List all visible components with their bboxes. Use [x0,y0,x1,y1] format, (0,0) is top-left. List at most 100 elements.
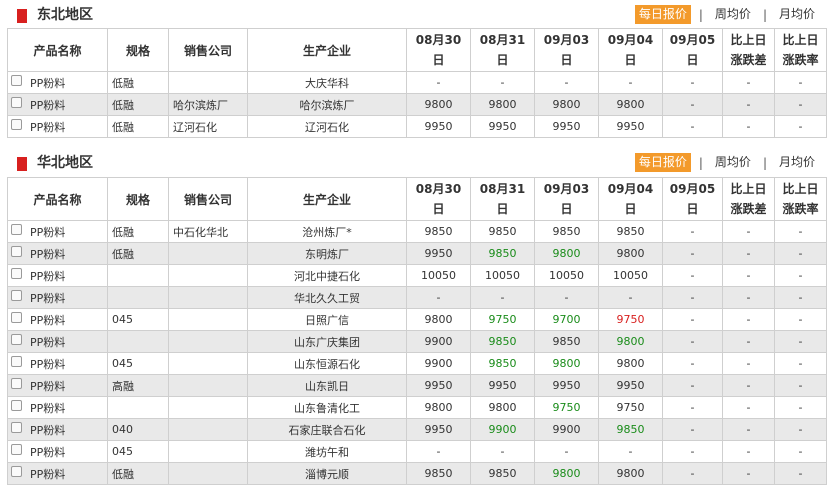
col-date: 08月30日 [406,28,471,72]
change-cell: - [774,374,827,397]
row-checkbox[interactable] [11,119,22,130]
row-checkbox[interactable] [11,268,22,279]
change-cell: - [774,71,827,94]
product-cell: PP粉料 [7,93,108,116]
change-cell: - [774,396,827,419]
col-product-name: 产品名称 [7,177,108,221]
price-cell: - [662,396,723,419]
spec-cell: 低融 [107,242,169,265]
price-cell: - [534,71,599,94]
col-spec: 规格 [107,177,169,221]
product-name: PP粉料 [30,379,66,393]
producer-cell: 大庆华科 [247,71,407,94]
product-name: PP粉料 [30,335,66,349]
table-row: PP粉料 山东鲁清化工 9800 9800 9750 9750- - - [7,396,827,419]
product-cell: PP粉料 [7,308,108,331]
price-cell: 9850 [470,462,535,485]
product-cell: PP粉料 [7,242,108,265]
seller-cell [168,308,248,331]
tab-separator: | [698,155,703,170]
section-header: 华北地区 每日报价 | 周均价 | 月均价 [0,150,827,176]
price-tabs: 每日报价 | 周均价 | 月均价 [634,153,819,172]
row-checkbox[interactable] [11,97,22,108]
price-cell: 9950 [534,115,599,138]
row-checkbox[interactable] [11,290,22,301]
tab-daily-price[interactable]: 每日报价 [634,5,691,24]
price-cell: - [534,440,599,463]
seller-cell [168,286,248,309]
row-checkbox[interactable] [11,334,22,345]
col-change-diff: 比上日涨跌差 [722,177,775,221]
row-checkbox[interactable] [11,75,22,86]
row-checkbox[interactable] [11,444,22,455]
product-cell: PP粉料 [7,418,108,441]
change-cell: - [722,374,775,397]
col-date: 09月04日 [598,28,663,72]
price-cell: 9800 [534,462,599,485]
product-cell: PP粉料 [7,286,108,309]
row-checkbox[interactable] [11,312,22,323]
row-checkbox[interactable] [11,246,22,257]
col-date: 09月03日 [534,177,599,221]
price-cell: - [662,440,723,463]
price-cell: - [598,71,663,94]
product-name: PP粉料 [30,401,66,415]
producer-cell: 山东恒源石化 [247,352,407,375]
change-cell: - [722,242,775,265]
price-cell: 10050 [534,264,599,287]
price-cell: 9800 [534,242,599,265]
row-checkbox[interactable] [11,224,22,235]
price-cell: - [534,286,599,309]
price-cell: 9950 [470,374,535,397]
price-cell: 9800 [598,93,663,116]
producer-cell: 辽河石化 [247,115,407,138]
section-title: 华北地区 [37,155,93,171]
col-product-name: 产品名称 [7,28,108,72]
spec-cell: 045 [107,352,169,375]
table-row: PP粉料 低融 哈尔滨炼厂 哈尔滨炼厂 9800 9800 9800 9800- - - [7,93,827,116]
row-checkbox[interactable] [11,466,22,477]
product-name: PP粉料 [30,225,66,239]
row-checkbox[interactable] [11,400,22,411]
spec-cell: 低融 [107,220,169,243]
col-change-rate: 比上日涨跌率 [774,177,827,221]
table-row: PP粉料 045 潍坊午和 - - - - - - - [7,440,827,463]
price-cell: 9800 [470,396,535,419]
price-cell: 9750 [470,308,535,331]
price-cell: - [470,286,535,309]
product-name: PP粉料 [30,269,66,283]
price-cell: 9950 [406,418,471,441]
product-name: PP粉料 [30,120,66,134]
price-cell: - [406,286,471,309]
table-row: PP粉料 低融 东明炼厂 9950 9850 9800 9800- - - [7,242,827,265]
product-cell: PP粉料 [7,220,108,243]
seller-cell [168,71,248,94]
price-cell: - [662,93,723,116]
product-name: PP粉料 [30,423,66,437]
table-row: PP粉料 低融 大庆华科 - - - - - - - [7,71,827,94]
tab-weekly-average[interactable]: 周均价 [711,153,755,172]
change-cell: - [774,220,827,243]
tab-monthly-average[interactable]: 月均价 [775,5,819,24]
tab-weekly-average[interactable]: 周均价 [711,5,755,24]
table-row: PP粉料 高融 山东凯日 9950 9950 9950 9950- - - [7,374,827,397]
col-date: 08月31日 [470,177,535,221]
price-cell: - [662,242,723,265]
row-checkbox[interactable] [11,356,22,367]
tab-daily-price[interactable]: 每日报价 [634,153,691,172]
spec-cell [107,264,169,287]
tab-monthly-average[interactable]: 月均价 [775,153,819,172]
price-cell: 9900 [406,330,471,353]
product-name: PP粉料 [30,76,66,90]
price-cell: 9800 [598,242,663,265]
change-cell: - [722,286,775,309]
region-section-northeast: 东北地区 每日报价 | 周均价 | 月均价 产品名称 规格 销售公司 生产企业 08月3… [0,2,827,138]
seller-cell [168,374,248,397]
row-checkbox[interactable] [11,422,22,433]
change-cell: - [774,242,827,265]
product-cell: PP粉料 [7,264,108,287]
price-cell: 9800 [470,93,535,116]
row-checkbox[interactable] [11,378,22,389]
col-producer: 生产企业 [247,177,407,221]
producer-cell: 淄博元顺 [247,462,407,485]
